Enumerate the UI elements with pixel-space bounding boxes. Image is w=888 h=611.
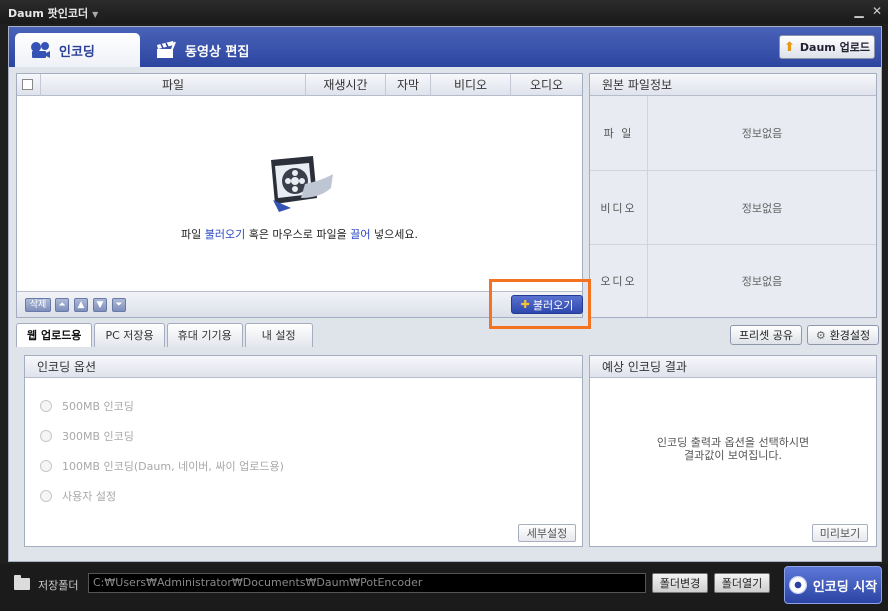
save-folder-label: 저장폴더 xyxy=(38,579,79,592)
open-folder-button[interactable]: 폴더열기 xyxy=(714,573,770,593)
film-reel-icon xyxy=(265,154,335,216)
radio-300mb[interactable] xyxy=(40,430,52,442)
main-tab-bar: 인코딩 동영상 편집 ⬆ Daum 업로드 xyxy=(9,27,881,67)
info-row-file: 파 일 정보없음 xyxy=(590,96,876,171)
option-custom[interactable]: 사용자 설정 xyxy=(40,488,116,504)
move-bottom-button[interactable]: ⏷ xyxy=(112,298,126,312)
radio-100mb[interactable] xyxy=(40,460,52,472)
expected-result-panel: 예상 인코딩 결과 인코딩 출력과 옵션을 선택하시면 결과값이 보여집니다. … xyxy=(589,355,877,547)
start-encoding-button[interactable]: 인코딩 시작 xyxy=(784,566,882,604)
bottom-bar: 저장폴더 C:₩Users₩Administrator₩Documents₩Da… xyxy=(0,564,888,611)
select-all-cell xyxy=(17,74,41,96)
tab-web-upload[interactable]: 웹 업로드용 xyxy=(16,323,93,347)
clapper-icon xyxy=(155,40,177,60)
expected-result-line2: 결과값이 보여집니다. xyxy=(683,449,783,462)
info-value-video: 정보없음 xyxy=(741,201,783,215)
daum-upload-button[interactable]: ⬆ Daum 업로드 xyxy=(779,35,875,59)
preset-share-button[interactable]: 프리셋 공유 xyxy=(730,325,802,345)
preset-tabs: 웹 업로드용 PC 저장용 휴대 기기용 내 설정 xyxy=(16,323,315,347)
radio-500mb[interactable] xyxy=(40,400,52,412)
option-500mb[interactable]: 500MB 인코딩 xyxy=(40,398,134,414)
expected-result-message: 인코딩 출력과 옵션을 선택하시면 결과값이 보여집니다. xyxy=(590,436,876,462)
change-folder-button[interactable]: 폴더변경 xyxy=(652,573,708,593)
tab-mobile[interactable]: 휴대 기기용 xyxy=(166,323,243,347)
drop-text-2: 혹은 마우스로 파일을 xyxy=(245,228,351,241)
film-camera-icon xyxy=(29,40,51,60)
file-table-header: 파일 재생시간 자막 비디오 오디오 xyxy=(17,74,582,96)
option-300mb[interactable]: 300MB 인코딩 xyxy=(40,428,134,444)
save-path-field[interactable]: C:₩Users₩Administrator₩Documents₩Daum₩Po… xyxy=(88,573,646,593)
info-value-file: 정보없음 xyxy=(741,127,783,140)
app-title: Daum 팟인코더 xyxy=(8,7,89,20)
main-panel: 인코딩 동영상 편집 ⬆ Daum 업로드 파일 재생시간 자막 비디오 오디오 xyxy=(8,26,882,562)
column-header-duration[interactable]: 재생시간 xyxy=(306,74,386,96)
title-bar: Daum 팟인코더 ▼ ▁ ✕ xyxy=(0,0,888,24)
info-value-audio: 정보없음 xyxy=(741,275,783,288)
column-header-subtitle[interactable]: 자막 xyxy=(386,74,431,96)
encode-options-title: 인코딩 옵션 xyxy=(25,356,582,378)
info-label-video: 비디오 xyxy=(590,171,648,244)
detail-settings-button[interactable]: 세부설정 xyxy=(518,524,576,542)
source-info-panel: 원본 파일정보 파 일 정보없음 비디오 정보없음 오디오 정보없음 xyxy=(589,73,877,318)
tab-video-edit[interactable]: 동영상 편집 xyxy=(147,33,277,67)
drop-text-1: 파일 xyxy=(180,228,205,241)
drop-text-drag: 끌어 xyxy=(350,228,371,241)
select-all-checkbox[interactable] xyxy=(22,79,33,90)
source-info-title: 원본 파일정보 xyxy=(590,74,876,96)
arrow-up-icon: ⬆ xyxy=(784,39,795,55)
gear-icon: ⚙ xyxy=(815,328,826,342)
expected-result-line1: 인코딩 출력과 옵션을 선택하시면 xyxy=(656,436,810,449)
drop-placeholder: 파일 불러오기 혹은 마우스로 파일을 끌어 넣으세요. xyxy=(17,154,582,242)
column-header-audio[interactable]: 오디오 xyxy=(511,74,582,96)
start-encoding-label: 인코딩 시작 xyxy=(812,579,878,595)
move-up-button[interactable]: ▲ xyxy=(74,298,88,312)
delete-button[interactable]: 삭제 xyxy=(25,298,51,312)
drop-text-3: 넣으세요. xyxy=(370,228,419,241)
info-row-audio: 오디오 정보없음 xyxy=(590,245,876,317)
move-down-button[interactable]: ▼ xyxy=(93,298,107,312)
radio-custom[interactable] xyxy=(40,490,52,502)
folder-icon xyxy=(14,575,30,590)
close-button[interactable]: ✕ xyxy=(870,4,884,18)
tab-video-edit-label: 동영상 편집 xyxy=(185,44,250,60)
option-100mb[interactable]: 100MB 인코딩(Daum, 네이버, 싸이 업로드용) xyxy=(40,458,284,474)
info-label-file: 파 일 xyxy=(590,96,648,170)
preview-button[interactable]: 미리보기 xyxy=(812,524,868,542)
column-header-video[interactable]: 비디오 xyxy=(431,74,511,96)
settings-label: 환경설정 xyxy=(829,329,871,342)
menu-arrow-icon: ▼ xyxy=(92,10,99,19)
option-300mb-label: 300MB 인코딩 xyxy=(62,430,134,443)
move-top-button[interactable]: ⏶ xyxy=(55,298,69,312)
tab-encode[interactable]: 인코딩 xyxy=(15,33,140,67)
highlight-annotation xyxy=(489,279,591,329)
tab-pc-save[interactable]: PC 저장용 xyxy=(94,323,165,347)
tab-encode-label: 인코딩 xyxy=(59,44,95,60)
encode-options-panel: 인코딩 옵션 500MB 인코딩 300MB 인코딩 100MB 인코딩(Dau… xyxy=(24,355,583,547)
tab-my-settings[interactable]: 내 설정 xyxy=(244,323,313,347)
info-label-audio: 오디오 xyxy=(590,245,648,317)
drop-text-load-link[interactable]: 불러오기 xyxy=(205,228,245,241)
expected-result-title: 예상 인코딩 결과 xyxy=(590,356,876,378)
settings-button[interactable]: ⚙ 환경설정 xyxy=(807,325,879,345)
minimize-button[interactable]: ▁ xyxy=(852,4,866,18)
column-header-file[interactable]: 파일 xyxy=(41,74,306,96)
drop-instructions: 파일 불러오기 혹은 마우스로 파일을 끌어 넣으세요. xyxy=(17,226,582,242)
daum-upload-label: Daum 업로드 xyxy=(799,41,870,54)
app-title-menu[interactable]: Daum 팟인코더 ▼ xyxy=(8,5,98,21)
option-500mb-label: 500MB 인코딩 xyxy=(62,400,134,413)
disc-icon xyxy=(788,576,807,594)
option-custom-label: 사용자 설정 xyxy=(62,490,117,503)
option-100mb-label: 100MB 인코딩(Daum, 네이버, 싸이 업로드용) xyxy=(62,460,284,473)
info-row-video: 비디오 정보없음 xyxy=(590,171,876,245)
